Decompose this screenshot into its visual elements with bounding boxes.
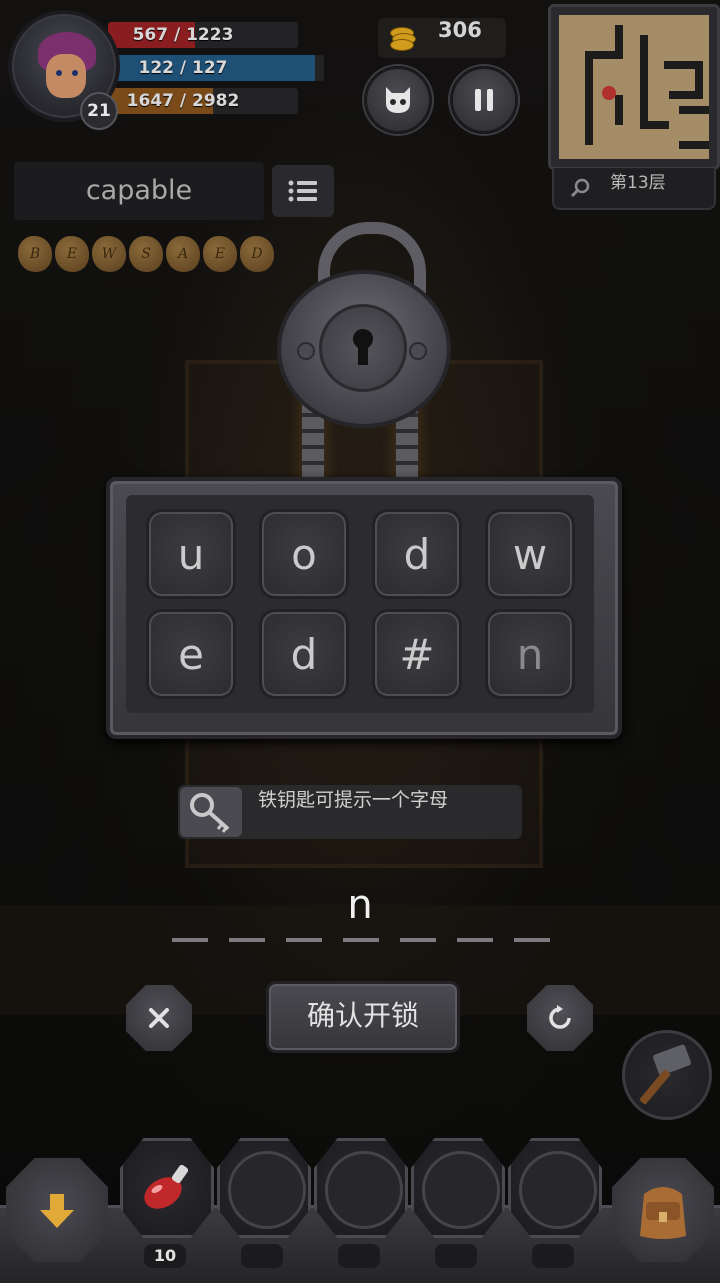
pet-face-icon [386,87,410,113]
answer-slot [343,938,379,942]
answer-slot [229,938,265,942]
slot-count-empty [532,1244,574,1268]
iron-key-icon [180,787,242,837]
player-level-badge: 21 [80,92,118,130]
rune-stone: S [129,236,163,272]
refresh-icon [549,1005,571,1029]
rune-stone: E [203,236,237,272]
xp-bar: 1647 / 2982 [108,88,298,114]
gold-value: 306 [438,18,482,42]
answer-letter: n [347,882,373,928]
floor-indicator[interactable]: 第13层 [552,168,716,210]
slot-count-empty [435,1244,477,1268]
minimap[interactable] [548,4,720,170]
minimap-maze [585,25,709,149]
clear-button[interactable] [126,985,192,1051]
descend-button[interactable] [6,1158,108,1262]
inventory-slot[interactable] [508,1138,602,1238]
floor-label: 第13层 [610,173,666,193]
backpack-button[interactable] [612,1158,714,1262]
avatar-eye-left [56,70,62,76]
answer-slot [400,938,436,942]
slot-count-empty [241,1244,283,1268]
pause-button[interactable] [450,66,518,134]
answer-slot [172,938,208,942]
search-icon [570,178,590,198]
reset-button[interactable] [527,985,593,1051]
list-icon [288,180,317,202]
letter-tile[interactable]: d [372,509,462,599]
gold-counter: 306 [378,18,506,58]
letter-tile[interactable]: e [146,609,236,699]
letter-panel: u o d w e d # n [106,477,622,739]
keyhole-icon [319,304,407,392]
hp-value: 567 / 1223 [132,25,234,45]
rune-stone: A [166,236,200,272]
rune-stone: B [18,236,52,272]
answer-slot [286,938,322,942]
confirm-unlock-button[interactable]: 确认开锁 [266,981,460,1053]
rune-stone: W [92,236,126,272]
health-potion-icon [144,1164,189,1209]
pause-icon [475,89,493,111]
inventory-slot[interactable] [314,1138,408,1238]
hammer-button[interactable] [622,1030,712,1120]
xp-value: 1647 / 2982 [126,91,240,111]
padlock-icon [277,270,451,428]
word-list-button[interactable] [272,165,334,217]
inventory-slot[interactable] [120,1138,214,1238]
close-icon [149,1008,169,1028]
letter-panel-inner: u o d w e d # n [126,495,594,713]
potion-count: 10 [144,1244,186,1268]
key-hint-button[interactable]: 铁钥匙可提示一个字母 [178,785,522,839]
inventory-slot[interactable] [411,1138,505,1238]
rune-stone: E [55,236,89,272]
letter-tile[interactable]: w [485,509,575,599]
letter-tile[interactable]: # [372,609,462,699]
slot-count-empty [338,1244,380,1268]
answer-slot [457,938,493,942]
gold-coin-icon [390,27,416,51]
answer-slot [514,938,550,942]
pet-button[interactable] [364,66,432,134]
rune-stone: D [240,236,274,272]
mp-bar: 122 / 127 [108,55,324,81]
letter-tile-used[interactable]: n [485,609,575,699]
inventory-slot[interactable] [217,1138,311,1238]
letter-tile[interactable]: o [259,509,349,599]
key-hint-text: 铁钥匙可提示一个字母 [258,789,449,811]
backpack-icon [640,1187,686,1239]
minimap-view [559,15,709,159]
lock-bolt-right [409,342,427,360]
avatar-eye-right [72,70,78,76]
avatar-face [46,54,86,98]
letter-tile[interactable]: u [146,509,236,599]
mp-value: 122 / 127 [138,58,228,78]
arrow-down-icon [40,1194,74,1228]
lock-bolt-left [297,342,315,360]
letter-tile[interactable]: d [259,609,349,699]
target-word: capable [14,162,264,220]
hammer-icon [639,1044,691,1105]
hp-bar: 567 / 1223 [108,22,298,48]
rune-row: B E W S A E D [18,236,274,276]
